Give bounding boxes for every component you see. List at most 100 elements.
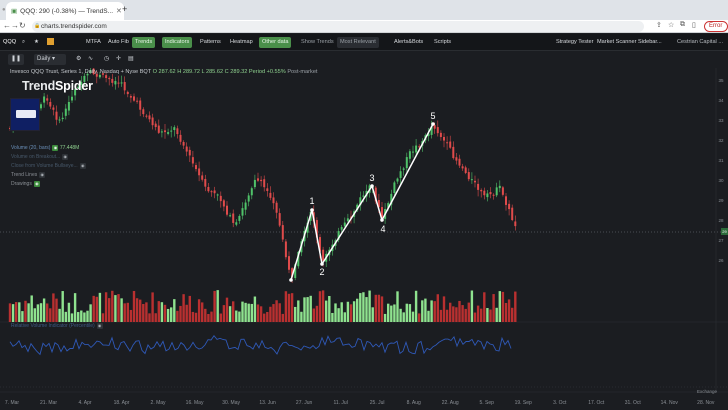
candle-body <box>439 132 442 138</box>
candle-body <box>67 101 70 111</box>
volume-bar <box>368 290 371 322</box>
url-field[interactable]: 🔒 charts.trendspider.com <box>32 21 644 32</box>
exchange-label: Exchange <box>697 389 718 394</box>
color-swatch[interactable] <box>44 37 57 48</box>
indicator-toggle[interactable]: ◉ <box>79 163 86 169</box>
volume-bar <box>408 304 412 322</box>
candle-body <box>281 225 284 240</box>
drawings-label: Drawings <box>11 181 32 187</box>
candle-body <box>129 96 132 98</box>
favorite-icon[interactable]: ★ <box>31 37 42 48</box>
toolbar-item-mtfa[interactable]: MTFA <box>83 37 104 48</box>
clock-icon[interactable]: ◷ <box>104 54 109 65</box>
volume-bar <box>418 313 421 322</box>
volume-bar <box>365 297 368 322</box>
symbol-field[interactable]: QQQ <box>0 37 19 48</box>
indicator-volume-bullseye[interactable]: Close from Volume Bullseye... ◉ <box>11 163 86 169</box>
volume-bar <box>11 304 15 322</box>
search-icon[interactable]: ⌕ <box>19 37 28 48</box>
volume-bar <box>89 304 92 322</box>
time-axis-label: 16. May <box>186 400 204 406</box>
volume-bar <box>331 312 334 322</box>
candle-body <box>111 78 114 83</box>
indicator-toggle[interactable]: ◉ <box>96 323 103 329</box>
lower-panel-label[interactable]: Relative Volume Indicator (Percentile) ◉ <box>11 323 103 329</box>
candle-body <box>154 123 157 128</box>
indicator-trend-lines[interactable]: Trend Lines ◉ <box>11 172 46 178</box>
toolbar-item-show-trends[interactable]: Show Trends <box>298 37 337 48</box>
address-bar: ← → ↻ 🔒 charts.trendspider.com ⇪ ☆ ⧉ ▯ E… <box>0 20 728 33</box>
pause-icon[interactable]: ❚❚ <box>8 54 25 65</box>
volume-bar <box>414 290 418 322</box>
chart-area[interactable]: 1 2 3 4 5 7. Mar 21. Mar 4. Apr 18. Apr 2. May 16.… <box>0 68 728 410</box>
volume-bar <box>504 302 508 322</box>
volume-bar <box>222 305 226 322</box>
most-relevant-dropdown[interactable]: Most Relevant <box>337 37 379 48</box>
volume-bar <box>433 301 436 322</box>
volume-bar <box>225 297 229 322</box>
toolbar-item-sidebar[interactable]: Sidebar... <box>635 37 665 48</box>
volume-bar <box>297 300 300 322</box>
toolbar-item-indicators[interactable]: Indicators <box>162 37 193 48</box>
candle-body <box>105 75 108 79</box>
volume-bar <box>77 312 80 322</box>
extensions-icon[interactable]: ⧉ <box>680 21 685 29</box>
star-icon[interactable]: ☆ <box>668 21 674 29</box>
drawing-tool-icon[interactable]: ∿ <box>88 54 93 65</box>
volume-bar <box>464 308 467 322</box>
toolbar-item-scripts[interactable]: Scripts <box>431 37 454 48</box>
crosshair-icon[interactable]: ✛ <box>116 54 121 65</box>
indicator-drawings[interactable]: Drawings ◉ <box>11 181 40 187</box>
close-tab-icon[interactable]: ✕ <box>116 7 122 15</box>
lock-icon: 🔒 <box>34 23 41 29</box>
candle-body <box>343 222 346 227</box>
indicator-toggle[interactable]: ◉ <box>52 145 59 151</box>
app-toolbar: QQQ ⌕ ★ MTFA Auto Fib Trends Indicators … <box>0 34 728 51</box>
timeframe-select[interactable]: Daily ▾ <box>34 54 66 65</box>
candle-body <box>188 149 191 156</box>
candle-body <box>170 130 173 132</box>
toolbar-item-heatmap[interactable]: Heatmap <box>227 37 256 48</box>
volume-bar <box>55 298 58 322</box>
indicator-toggle[interactable]: ◉ <box>62 154 69 160</box>
toolbar-item-trends[interactable]: Trends <box>132 37 156 48</box>
layout-icon[interactable]: ▤ <box>128 54 134 65</box>
candle-body <box>257 178 259 181</box>
price-chart[interactable]: 123457. Mar 21. Mar 4. Apr 18. Apr 2. May 16.… <box>0 68 728 410</box>
candle-body <box>266 188 269 192</box>
candle-body <box>64 108 67 116</box>
toolbar-item-strategy-tester[interactable]: Strategy Tester <box>553 37 597 48</box>
toolbar-item-market-scanner[interactable]: Market Scanner <box>594 37 639 48</box>
volume-bar <box>247 303 250 322</box>
logo-spider: Spider <box>55 79 93 93</box>
toolbar-item-patterns[interactable]: Patterns <box>197 37 224 48</box>
volume-bar <box>132 290 136 322</box>
sidebar-icon[interactable]: ▯ <box>692 21 696 29</box>
volume-bar <box>278 303 281 322</box>
browser-tab[interactable]: ▣ QQQ: 290 (-0.38%) — TrendS... ✕ <box>6 2 124 20</box>
volume-bar <box>374 294 377 322</box>
time-axis-label: 5. Sep <box>479 400 494 406</box>
toolbar-item-auto-fib[interactable]: Auto Fib <box>105 37 132 48</box>
error-button[interactable]: Error <box>704 21 728 32</box>
volume-bar <box>42 298 46 322</box>
volume-bar <box>349 304 353 322</box>
back-icon[interactable]: ← <box>3 21 11 30</box>
reload-icon[interactable]: ↻ <box>19 21 26 30</box>
volume-bar <box>421 300 424 322</box>
toolbar-item-other-data[interactable]: Other data <box>259 37 292 48</box>
indicator-toggle[interactable]: ◉ <box>39 172 46 178</box>
gear-icon[interactable]: ⚙ <box>76 54 81 65</box>
timeframe-label: Daily <box>37 56 51 62</box>
new-tab-button[interactable]: + <box>122 4 127 14</box>
candle-body <box>458 158 461 166</box>
toolbar-item-alerts-bots[interactable]: Alerts&Bots <box>391 37 426 48</box>
indicator-toggle[interactable]: ◉ <box>33 181 40 187</box>
toolbar-item-workspace[interactable]: Cestrian Capital ... <box>674 37 726 48</box>
forward-icon[interactable]: → <box>11 21 19 30</box>
volume-bar <box>359 293 362 322</box>
indicator-volume-breakout[interactable]: Volume on Breakout... ◉ <box>11 154 69 160</box>
indicator-volume[interactable]: Volume (20, bars) ◉ 77.448M <box>11 145 79 151</box>
volume-bar <box>67 302 71 322</box>
share-icon[interactable]: ⇪ <box>656 21 662 29</box>
